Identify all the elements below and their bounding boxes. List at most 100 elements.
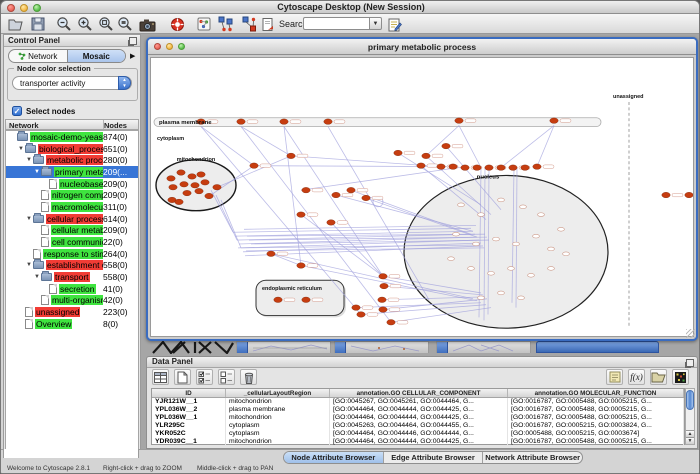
network-overview-icon[interactable]	[195, 16, 212, 32]
network-node[interactable]	[280, 119, 288, 124]
window-resize-grip[interactable]	[686, 329, 695, 338]
layout-1-icon[interactable]	[217, 16, 234, 32]
table-row[interactable]: YPL036W__1mitochondrion[GO:0044464, GO:0…	[152, 414, 684, 422]
network-node[interactable]	[685, 192, 693, 197]
network-node[interactable]	[167, 176, 175, 181]
network-window-titlebar[interactable]: primary metabolic process	[148, 39, 696, 55]
network-node[interactable]	[302, 297, 310, 302]
tree-header-nodes[interactable]: Nodes	[104, 120, 138, 129]
tree-row[interactable]: secretion41(0)	[6, 283, 138, 295]
tree-row[interactable]: response to stimulu264(0)	[6, 248, 138, 260]
network-node[interactable]	[380, 283, 388, 288]
open-session-icon[interactable]	[7, 16, 24, 32]
layout-2-icon[interactable]	[241, 16, 258, 32]
network-node[interactable]	[455, 118, 463, 123]
network-node[interactable]	[417, 163, 425, 168]
tree-row[interactable]: cellular metabo209(0)	[6, 225, 138, 237]
network-node[interactable]	[191, 183, 199, 188]
nucleus-node[interactable]	[473, 242, 480, 246]
nucleus-node[interactable]	[498, 198, 505, 202]
attribute-table-icon[interactable]	[152, 369, 169, 385]
network-edge[interactable]	[241, 127, 291, 156]
tab-node-attribute-browser[interactable]: Node Attribute Browser	[284, 452, 383, 463]
tab-overflow-arrow[interactable]: ▶	[130, 52, 135, 60]
network-node[interactable]	[287, 153, 295, 158]
network-node[interactable]	[379, 274, 387, 279]
search-dropdown-button[interactable]: ▼	[369, 17, 382, 30]
network-node[interactable]	[473, 165, 481, 170]
network-node[interactable]	[175, 199, 183, 204]
snapshot-icon[interactable]	[139, 16, 156, 32]
background-window-fragment[interactable]	[436, 341, 531, 353]
nucleus-node[interactable]	[448, 257, 455, 261]
tree-row[interactable]: mosaic-demo-yeast874(0)	[6, 131, 138, 143]
tree-row[interactable]: ▼transport558(0)	[6, 271, 138, 283]
network-canvas[interactable]: plasma membrane cytoplasm mitochondrion …	[150, 57, 694, 337]
disclosure-triangle-icon[interactable]: ▼	[17, 146, 25, 152]
tree-row[interactable]: nucleobase-209(0)	[6, 178, 138, 190]
tree-row[interactable]: unassigned223(0)	[6, 306, 138, 318]
nucleus-node[interactable]	[563, 252, 570, 256]
tab-mosaic[interactable]: Mosaic	[67, 50, 126, 62]
zoom-in-icon[interactable]	[76, 16, 93, 32]
import-attributes-icon[interactable]	[650, 369, 667, 385]
edit-notes-icon[interactable]	[386, 16, 403, 32]
notes-icon[interactable]	[606, 369, 623, 385]
network-node[interactable]	[449, 164, 457, 169]
network-node[interactable]	[387, 320, 395, 325]
network-node[interactable]	[188, 174, 196, 179]
column-header[interactable]: annotation.GO CELLULAR_COMPONENT	[330, 389, 508, 397]
tree-row[interactable]: Overview8(0)	[6, 318, 138, 330]
column-header[interactable]: ID	[152, 389, 226, 397]
tree-row[interactable]: ▼primary metabo209(...	[6, 166, 138, 178]
background-window-titlebar[interactable]	[536, 341, 659, 353]
table-row[interactable]: YJR121W__1mitochondrion[GO:0045267, GO:0…	[152, 398, 684, 406]
network-node[interactable]	[324, 119, 332, 124]
network-node[interactable]	[250, 163, 258, 168]
network-node[interactable]	[274, 297, 282, 302]
network-node[interactable]	[461, 165, 469, 170]
table-row[interactable]: YLR295Ccytoplasm[GO:0045263, GO:0044464,…	[152, 422, 684, 430]
table-vertical-scrollbar[interactable]: ▲ ▼	[685, 388, 695, 445]
tab-network-attribute-browser[interactable]: Network Attribute Browser	[482, 452, 582, 463]
network-node[interactable]	[521, 165, 529, 170]
network-edge[interactable]	[537, 126, 554, 167]
tree-row[interactable]: ▼establishment of lo558(0)	[6, 260, 138, 272]
select-nodes-checkbox[interactable]: ✓	[12, 106, 22, 116]
scroll-down-arrow[interactable]: ▼	[686, 437, 694, 444]
network-node[interactable]	[177, 170, 185, 175]
network-node[interactable]	[497, 165, 505, 170]
network-node[interactable]	[533, 164, 541, 169]
help-icon[interactable]	[169, 16, 186, 32]
tab-network[interactable]: Network	[9, 50, 67, 62]
select-attributes-icon[interactable]	[196, 369, 213, 385]
function-builder-icon[interactable]: f(x)	[628, 369, 645, 385]
nucleus-node[interactable]	[458, 203, 465, 207]
nucleus-node[interactable]	[548, 267, 555, 271]
network-node[interactable]	[195, 188, 203, 193]
column-header[interactable]: annotation.GO MOLECULAR_FUNCTION	[508, 389, 684, 397]
column-header[interactable]: _cellularLayoutRegion	[226, 389, 330, 397]
network-node[interactable]	[332, 192, 340, 197]
nucleus-node[interactable]	[520, 205, 527, 209]
network-node[interactable]	[205, 193, 213, 198]
scrollbar-thumb[interactable]	[686, 390, 694, 410]
network-edge[interactable]	[284, 127, 301, 266]
network-node[interactable]	[442, 143, 450, 148]
tree-row[interactable]: macromolecule311(0)	[6, 201, 138, 213]
unselect-attributes-icon[interactable]	[218, 369, 235, 385]
network-node[interactable]	[327, 220, 335, 225]
nucleus-node[interactable]	[498, 291, 505, 295]
network-node[interactable]	[297, 212, 305, 217]
annotation-icon[interactable]	[259, 16, 276, 32]
network-node[interactable]	[213, 184, 221, 189]
search-input[interactable]	[303, 17, 369, 30]
network-node[interactable]	[180, 182, 188, 187]
matrix-icon[interactable]	[672, 369, 689, 385]
nucleus-node[interactable]	[478, 296, 485, 300]
network-node[interactable]	[394, 150, 402, 155]
network-edge[interactable]	[301, 167, 465, 190]
new-attribute-icon[interactable]	[174, 369, 191, 385]
nucleus-node[interactable]	[508, 267, 515, 271]
nucleus-node[interactable]	[528, 273, 535, 277]
